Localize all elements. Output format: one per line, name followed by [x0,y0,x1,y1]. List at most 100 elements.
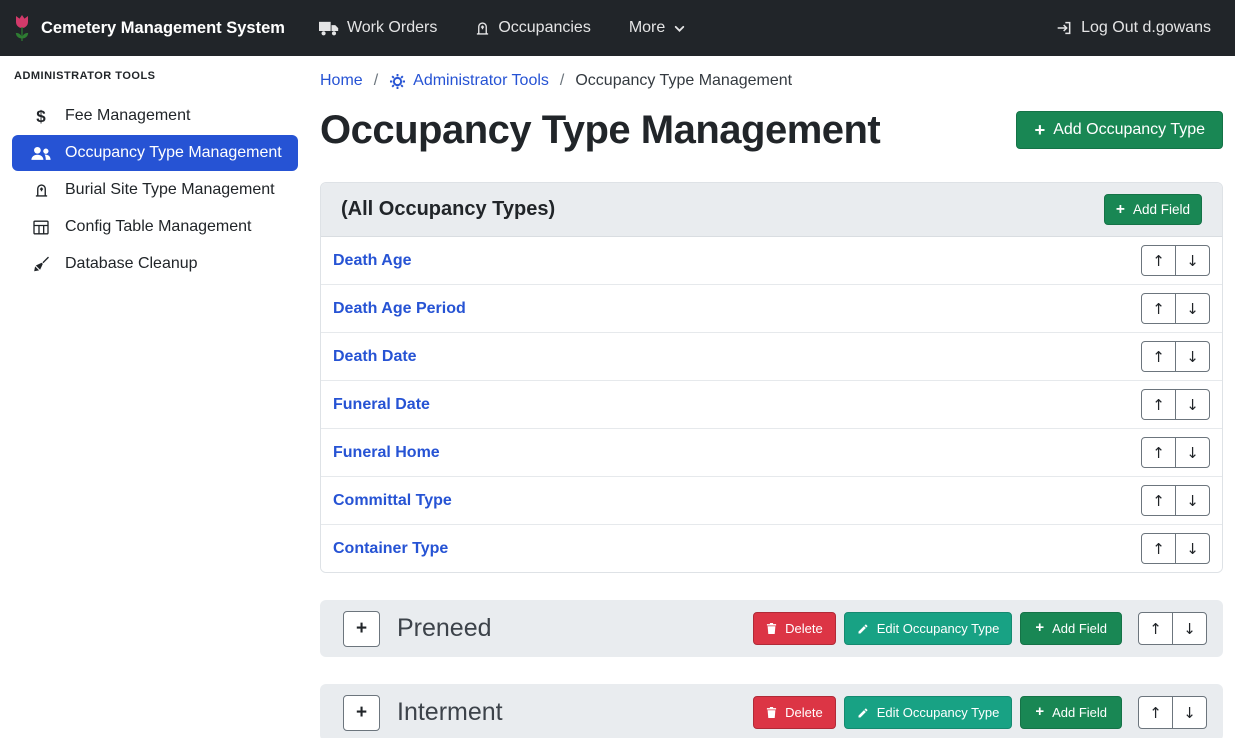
move-down-button[interactable]: ↓ [1172,612,1207,645]
breadcrumb-admin-tools-link[interactable]: Administrator Tools [389,72,549,90]
field-link[interactable]: Death Date [333,348,417,366]
trash-icon [766,622,777,635]
move-up-button[interactable]: ↑ [1141,389,1176,420]
move-up-button[interactable]: ↑ [1141,533,1176,564]
breadcrumb-admin-tools-label: Administrator Tools [413,72,549,90]
plus-icon: + [1035,705,1044,720]
move-down-button[interactable]: ↓ [1175,341,1210,372]
trash-icon [766,706,777,719]
nav-occupancies[interactable]: Occupancies [475,19,591,37]
occupancy-type-section-preneed: + Preneed Delete Edit Occupancy Type + Add Fi… [320,600,1223,657]
sidebar-item-label: Burial Site Type Management [65,181,275,199]
edit-occupancy-type-button[interactable]: Edit Occupancy Type [844,696,1013,729]
truck-icon [319,21,339,36]
breadcrumb-current: Occupancy Type Management [575,72,792,90]
top-navbar: Cemetery Management System Work Orders O… [0,0,1235,56]
field-link[interactable]: Death Age [333,252,412,270]
nav-occupancies-label: Occupancies [498,19,591,37]
expand-section-button[interactable]: + [343,695,380,731]
field-row-death-age: Death Age ↑ ↓ [321,237,1222,284]
plus-icon: + [1035,621,1044,636]
move-up-button[interactable]: ↑ [1141,341,1176,372]
pencil-icon [857,707,869,719]
field-row-funeral-date: Funeral Date ↑ ↓ [321,380,1222,428]
dollar-icon: $ [30,108,52,125]
section-actions: Delete Edit Occupancy Type + Add Field ↑ ↓ [753,696,1207,729]
delete-label: Delete [785,705,823,720]
move-down-button[interactable]: ↓ [1175,245,1210,276]
sidebar-item-label: Occupancy Type Management [65,144,282,162]
logout-icon [1055,20,1073,36]
field-link[interactable]: Funeral Home [333,444,440,462]
edit-label: Edit Occupancy Type [877,621,1000,636]
field-row-death-date: Death Date ↑ ↓ [321,332,1222,380]
field-row-death-age-period: Death Age Period ↑ ↓ [321,284,1222,332]
move-down-button[interactable]: ↓ [1175,437,1210,468]
move-down-button[interactable]: ↓ [1172,696,1207,729]
page-title: Occupancy Type Management [320,104,880,156]
field-rows: Death Age ↑ ↓ Death Age Period ↑ ↓ Death… [321,237,1222,572]
edit-occupancy-type-button[interactable]: Edit Occupancy Type [844,612,1013,645]
app-brand[interactable]: Cemetery Management System [12,14,285,42]
sidebar-item-label: Config Table Management [65,218,252,236]
field-row-funeral-home: Funeral Home ↑ ↓ [321,428,1222,476]
move-down-button[interactable]: ↓ [1175,293,1210,324]
plus-icon: + [1034,121,1045,139]
plus-icon: + [1116,202,1125,218]
move-up-button[interactable]: ↑ [1138,696,1173,729]
field-link[interactable]: Death Age Period [333,300,466,318]
add-field-button[interactable]: + Add Field [1020,696,1122,729]
sidebar-item-occupancy-type-management[interactable]: Occupancy Type Management [12,135,298,171]
reorder-buttons: ↑ ↓ [1141,437,1210,468]
breadcrumb: Home / Administrator Tools / Occupancy T… [320,72,1223,90]
sidebar-item-fee-management[interactable]: $ Fee Management [12,98,298,134]
add-field-button[interactable]: + Add Field [1020,612,1122,645]
delete-button[interactable]: Delete [753,612,836,645]
section-title: Preneed [397,614,753,643]
sidebar-item-burial-site-type-management[interactable]: Burial Site Type Management [12,172,298,208]
breadcrumb-home-link[interactable]: Home [320,72,363,90]
broom-icon [30,256,52,272]
expand-section-button[interactable]: + [343,611,380,647]
add-occupancy-type-button[interactable]: + Add Occupancy Type [1016,111,1223,149]
nav-more[interactable]: More [629,19,686,37]
field-link[interactable]: Container Type [333,540,448,558]
reorder-buttons: ↑ ↓ [1141,533,1210,564]
card-title: (All Occupancy Types) [341,198,555,221]
move-down-button[interactable]: ↓ [1175,533,1210,564]
all-occupancy-types-header: (All Occupancy Types) + Add Field [321,183,1222,237]
reorder-buttons: ↑ ↓ [1138,612,1207,645]
sidebar-item-label: Fee Management [65,107,190,125]
add-field-label: Add Field [1052,705,1107,720]
breadcrumb-home-label: Home [320,72,363,90]
field-link[interactable]: Funeral Date [333,396,430,414]
move-down-button[interactable]: ↓ [1175,485,1210,516]
logout-link[interactable]: Log Out d.gowans [1055,19,1211,37]
chevron-down-icon [673,22,686,35]
tombstone-icon [475,20,490,36]
sidebar-item-database-cleanup[interactable]: Database Cleanup [12,246,298,282]
move-up-button[interactable]: ↑ [1141,437,1176,468]
move-up-button[interactable]: ↑ [1141,245,1176,276]
add-field-button[interactable]: + Add Field [1104,194,1202,225]
move-up-button[interactable]: ↑ [1141,485,1176,516]
move-down-button[interactable]: ↓ [1175,389,1210,420]
move-up-button[interactable]: ↑ [1138,612,1173,645]
edit-label: Edit Occupancy Type [877,705,1000,720]
move-up-button[interactable]: ↑ [1141,293,1176,324]
delete-label: Delete [785,621,823,636]
breadcrumb-separator: / [374,72,378,90]
occupancy-type-sections: + Preneed Delete Edit Occupancy Type + Add Fi… [320,600,1223,738]
delete-button[interactable]: Delete [753,696,836,729]
nav-work-orders[interactable]: Work Orders [319,19,437,37]
section-title: Interment [397,698,753,727]
add-field-label: Add Field [1052,621,1107,636]
gear-icon [389,73,406,90]
add-field-label: Add Field [1133,202,1190,217]
field-row-container-type: Container Type ↑ ↓ [321,524,1222,572]
navbar-links: Work Orders Occupancies More [319,19,686,37]
sidebar-item-config-table-management[interactable]: Config Table Management [12,209,298,245]
main-content: Home / Administrator Tools / Occupancy T… [308,56,1235,738]
reorder-buttons: ↑ ↓ [1141,485,1210,516]
field-link[interactable]: Committal Type [333,492,452,510]
